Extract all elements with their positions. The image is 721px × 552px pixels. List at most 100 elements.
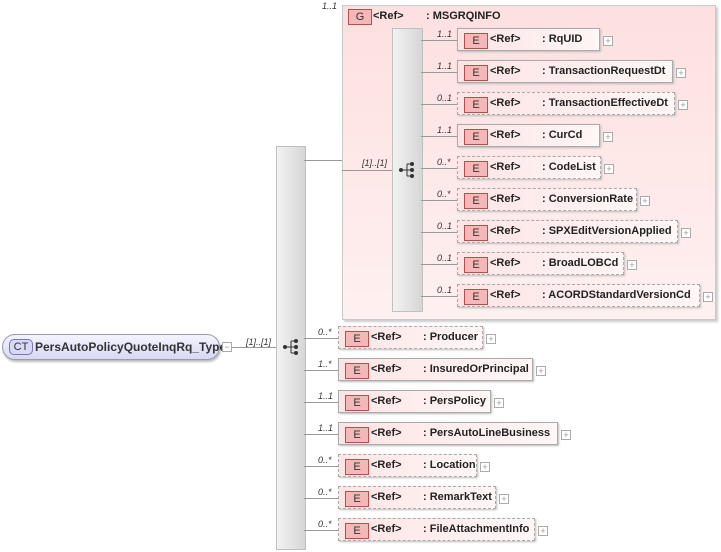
element-badge: E [345,395,369,411]
group-badge: G [348,9,372,25]
element-badge: E [464,33,488,49]
element-name: : InsuredOrPrincipal [423,363,529,375]
connector [421,200,457,201]
element-node[interactable]: E <Ref> : PersPolicy [338,390,491,413]
connector [304,466,338,467]
element-name: : Producer [423,331,479,343]
element-node[interactable]: E <Ref>: RemarkText [338,486,496,509]
element-node[interactable]: E <Ref> : FileAttachmentInfo [338,518,535,541]
element-node[interactable]: E <Ref> : BroadLOBCd [457,252,624,275]
cardinality: 0..* [437,189,451,199]
element-ref: <Ref> [490,257,521,269]
element-name: : ACORDStandardVersionCd [542,289,691,301]
expand-icon[interactable]: + [486,334,496,344]
connector [304,530,338,531]
complex-type-badge: CT [9,339,33,355]
element-ref: <Ref> [371,331,402,343]
connector [421,40,457,41]
expand-icon[interactable]: + [561,430,571,440]
expand-icon[interactable]: + [603,132,613,142]
element-badge: E [345,523,369,539]
element-badge: E [464,257,488,273]
element-name: : PersAutoLineBusiness [423,427,551,439]
expand-icon[interactable]: + [681,228,691,238]
element-ref: <Ref> [371,395,402,407]
element-name: : PersPolicy [423,395,486,407]
group-cardinality: 1..1 [322,1,338,11]
connector [421,136,457,137]
element-node[interactable]: E <Ref>: CodeList [457,156,601,179]
element-node[interactable]: E <Ref> : Producer [338,326,483,349]
connector [304,434,338,435]
element-ref: <Ref> [371,523,402,535]
element-ref: <Ref> [371,491,402,503]
expand-icon[interactable]: + [678,100,688,110]
element-node[interactable]: E <Ref>: CurCd [457,124,600,147]
element-node[interactable]: E <Ref>: PersAutoLineBusiness [338,422,558,445]
element-node[interactable]: E <Ref>: ACORDStandardVersionCd [457,284,700,307]
element-badge: E [345,363,369,379]
element-node[interactable]: E <Ref>: RqUID [457,28,600,51]
expand-icon[interactable]: + [640,196,650,206]
expand-icon[interactable]: + [499,494,509,504]
sequence-icon [399,162,414,178]
cardinality: 0..* [318,519,332,529]
element-node[interactable]: E <Ref> : TransactionRequestDt [457,60,673,83]
element-name: : TransactionEffectiveDt [542,97,668,109]
element-name: : SPXEditVersionApplied [542,225,672,237]
element-node[interactable]: E <Ref>: InsuredOrPrincipal [338,358,533,381]
connector [421,232,457,233]
connector [421,264,457,265]
connector [304,338,338,339]
root-cardinality: [1]..[1] [246,337,272,347]
expand-icon[interactable]: + [494,398,504,408]
collapse-icon[interactable]: − [222,342,232,352]
element-name: : BroadLOBCd [542,257,619,269]
connector [421,296,457,297]
element-ref: <Ref> [371,427,402,439]
cardinality: 0..* [318,487,332,497]
element-name: : ConversionRate [542,193,634,205]
complex-type-name: PersAutoPolicyQuoteInqRq_Type [35,340,227,354]
expand-icon[interactable]: + [603,36,613,46]
cardinality: 0..1 [437,93,453,103]
expand-icon[interactable]: + [604,164,614,174]
element-node[interactable]: E <Ref>: ConversionRate [457,188,637,211]
element-badge: E [464,97,488,113]
element-name: : RemarkText [423,491,492,503]
expand-icon[interactable]: + [536,366,546,376]
element-name: : Location [423,459,476,471]
element-node[interactable]: E <Ref> : SPXEditVersionApplied [457,220,678,243]
complex-type-node[interactable]: CT PersAutoPolicyQuoteInqRq_Type [2,334,226,360]
expand-icon[interactable]: + [627,260,637,270]
connector [421,104,457,105]
element-badge: E [464,129,488,145]
cardinality: 1..1 [437,125,453,135]
element-ref: <Ref> [490,33,521,45]
element-badge: E [345,331,369,347]
element-node[interactable]: E <Ref>: TransactionEffectiveDt [457,92,675,115]
element-badge: E [464,289,488,305]
connector [304,160,342,161]
element-badge: E [464,65,488,81]
connector [304,498,338,499]
cardinality: 0..1 [437,285,453,295]
element-name: : FileAttachmentInfo [423,523,530,535]
cardinality: 1..1 [318,391,334,401]
expand-icon[interactable]: + [676,68,686,78]
expand-icon[interactable]: + [538,526,548,536]
connector [304,370,338,371]
connector [342,170,392,171]
element-ref: <Ref> [490,225,521,237]
expand-icon[interactable]: + [480,462,490,472]
group-sequence-cardinality: [1]..[1] [362,158,388,168]
sequence-icon [283,339,298,355]
expand-icon[interactable]: + [703,292,713,302]
element-badge: E [345,459,369,475]
element-badge: E [464,225,488,241]
element-ref: <Ref> [371,459,402,471]
element-node[interactable]: E <Ref> : Location [338,454,477,477]
element-name: : TransactionRequestDt [542,65,666,77]
element-ref: <Ref> [490,65,521,77]
element-ref: <Ref> [490,193,521,205]
